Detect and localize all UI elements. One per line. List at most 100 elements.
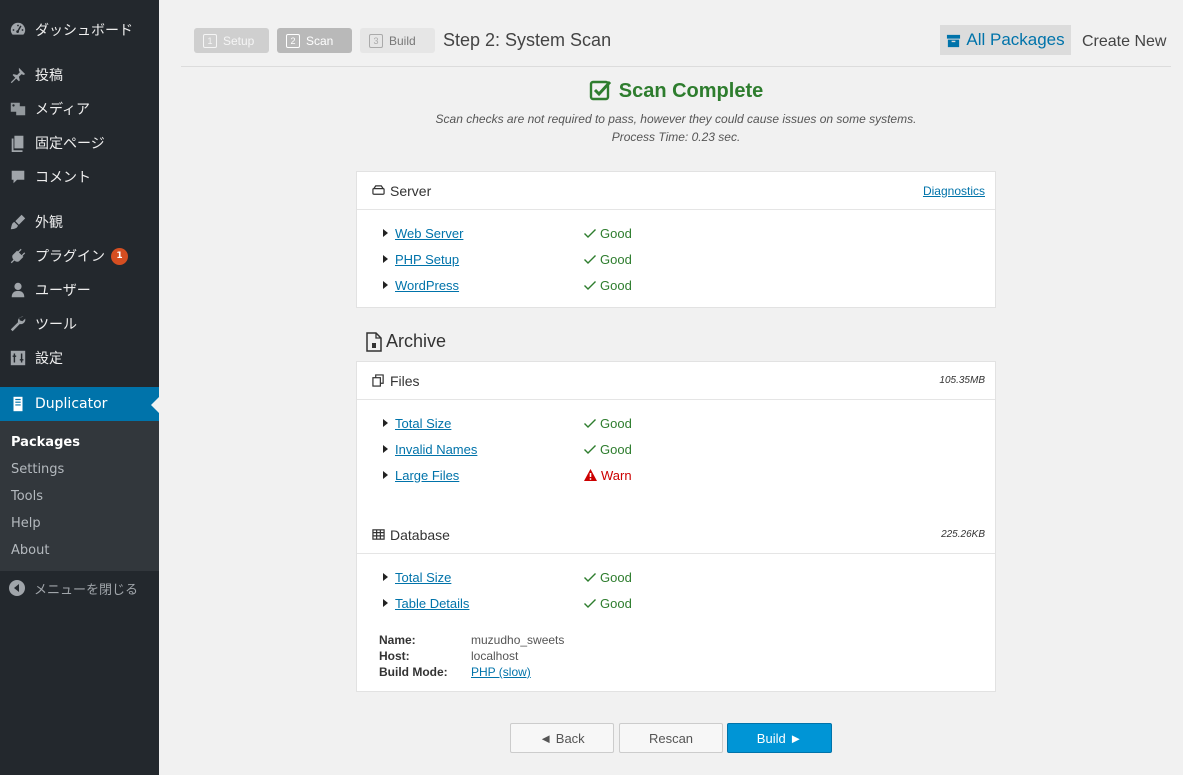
wizard-steps: 1 Setup 2 Scan 3 Build: [194, 28, 443, 53]
step-build: 3 Build: [360, 28, 435, 53]
dashboard-icon: [8, 20, 28, 40]
archive-title: Archive: [386, 331, 447, 351]
check-row-web-server[interactable]: Web Server Good: [383, 224, 632, 242]
db-host-row: Host: localhost: [379, 649, 518, 663]
check-label[interactable]: PHP Setup: [395, 252, 584, 267]
submenu-item-help[interactable]: Help: [0, 510, 159, 537]
archive-panel: Files 105.35MB Total Size Good Invalid N…: [356, 361, 996, 692]
warning-icon: [584, 469, 597, 481]
sidebar-item-appearance[interactable]: 外観: [0, 205, 159, 239]
status-good: Good: [584, 442, 632, 457]
sidebar-item-pages[interactable]: 固定ページ: [0, 126, 159, 160]
brush-icon: [8, 212, 28, 232]
status-label: Good: [600, 277, 632, 293]
sidebar-item-dashboard[interactable]: ダッシュボード: [0, 13, 159, 47]
check-label[interactable]: Invalid Names: [395, 442, 584, 457]
submenu-item-settings[interactable]: Settings: [0, 456, 159, 483]
archive-box-icon: [947, 34, 961, 47]
sidebar-item-tools[interactable]: ツール: [0, 307, 159, 341]
status-good: Good: [584, 252, 632, 267]
expand-caret-icon: [383, 599, 388, 607]
submenu-item-about[interactable]: About: [0, 537, 159, 564]
status-good: Good: [584, 278, 632, 293]
db-name-value: muzudho_sweets: [471, 633, 565, 647]
step-setup: 1 Setup: [194, 28, 269, 53]
diagnostics-link[interactable]: Diagnostics: [923, 184, 985, 198]
duplicator-submenu: Packages Settings Tools Help About: [0, 421, 159, 571]
check-icon: [584, 445, 596, 454]
step-label: Setup: [223, 33, 255, 48]
db-name-row: Name: muzudho_sweets: [379, 633, 564, 647]
submenu-item-tools[interactable]: Tools: [0, 483, 159, 510]
server-title-label: Server: [390, 182, 432, 199]
files-title-label: Files: [390, 372, 420, 389]
check-label[interactable]: WordPress: [395, 278, 584, 293]
submenu-item-packages[interactable]: Packages: [0, 429, 159, 456]
admin-sidebar: ダッシュボード 投稿 メディア 固定ページ コメント 外観 プラグイン 1 ユー…: [0, 0, 159, 775]
step-label: Build: [389, 33, 416, 48]
status-label: Good: [600, 415, 632, 431]
duplicator-icon: [8, 394, 28, 414]
settings-icon: [8, 348, 28, 368]
collapse-menu-label: メニューを閉じる: [34, 582, 139, 598]
files-title: Files: [372, 373, 420, 389]
collapse-menu-button[interactable]: メニューを閉じる: [0, 576, 159, 600]
archive-heading: Archive: [366, 331, 446, 352]
build-mode-link[interactable]: PHP (slow): [471, 665, 531, 679]
all-packages-label: All Packages: [966, 30, 1065, 49]
status-warn: Warn: [584, 468, 632, 483]
checkbox-checked-icon: [589, 80, 611, 101]
expand-caret-icon: [383, 229, 388, 237]
sidebar-item-settings[interactable]: 設定: [0, 341, 159, 375]
sidebar-item-label: Duplicator: [35, 396, 108, 412]
all-packages-button[interactable]: All Packages: [940, 25, 1071, 55]
check-row-db-total-size[interactable]: Total Size Good: [383, 568, 632, 586]
sidebar-item-label: コメント: [35, 170, 91, 186]
check-label[interactable]: Total Size: [395, 570, 584, 585]
files-panel-header: Files 105.35MB: [357, 362, 995, 400]
check-icon: [584, 419, 596, 428]
update-count-badge: 1: [111, 247, 128, 265]
create-new-button[interactable]: Create New: [1082, 33, 1166, 51]
sidebar-item-label: 外観: [35, 215, 63, 231]
expand-caret-icon: [383, 471, 388, 479]
check-label[interactable]: Table Details: [395, 596, 584, 611]
server-panel-header: Server Diagnostics: [357, 172, 995, 210]
sidebar-item-plugins[interactable]: プラグイン 1: [0, 239, 159, 273]
expand-caret-icon: [383, 281, 388, 289]
sidebar-item-media[interactable]: メディア: [0, 92, 159, 126]
check-icon: [584, 255, 596, 264]
check-row-large-files[interactable]: Large Files Warn: [383, 466, 632, 484]
sidebar-item-posts[interactable]: 投稿: [0, 58, 159, 92]
scan-complete-heading: Scan Complete: [356, 79, 996, 103]
check-icon: [584, 229, 596, 238]
check-label[interactable]: Web Server: [395, 226, 584, 241]
sidebar-item-label: 投稿: [35, 68, 63, 84]
check-label[interactable]: Total Size: [395, 416, 584, 431]
expand-caret-icon: [383, 419, 388, 427]
sidebar-item-users[interactable]: ユーザー: [0, 273, 159, 307]
check-row-total-size[interactable]: Total Size Good: [383, 414, 632, 432]
sidebar-item-label: ダッシュボード: [35, 23, 133, 39]
check-row-invalid-names[interactable]: Invalid Names Good: [383, 440, 632, 458]
files-copy-icon: [372, 374, 384, 387]
collapse-arrow-icon: [9, 580, 25, 596]
check-row-php-setup[interactable]: PHP Setup Good: [383, 250, 632, 268]
check-icon: [584, 573, 596, 582]
rescan-button[interactable]: Rescan: [619, 723, 723, 753]
sidebar-item-comments[interactable]: コメント: [0, 160, 159, 194]
check-row-table-details[interactable]: Table Details Good: [383, 594, 632, 612]
media-icon: [8, 99, 28, 119]
scan-note: Scan checks are not required to pass, ho…: [435, 112, 917, 126]
step-number: 3: [369, 33, 383, 48]
check-row-wordpress[interactable]: WordPress Good: [383, 276, 632, 294]
sidebar-item-duplicator[interactable]: Duplicator: [0, 387, 159, 421]
back-button[interactable]: ◄ Back: [510, 723, 614, 753]
plugin-icon: [8, 246, 28, 266]
table-icon: [372, 529, 385, 540]
check-label[interactable]: Large Files: [395, 468, 584, 483]
server-panel: Server Diagnostics Web Server Good PHP S…: [356, 171, 996, 308]
page-title: Step 2: System Scan: [443, 30, 612, 50]
build-button[interactable]: Build ►: [727, 723, 832, 753]
status-label: Good: [600, 251, 632, 267]
